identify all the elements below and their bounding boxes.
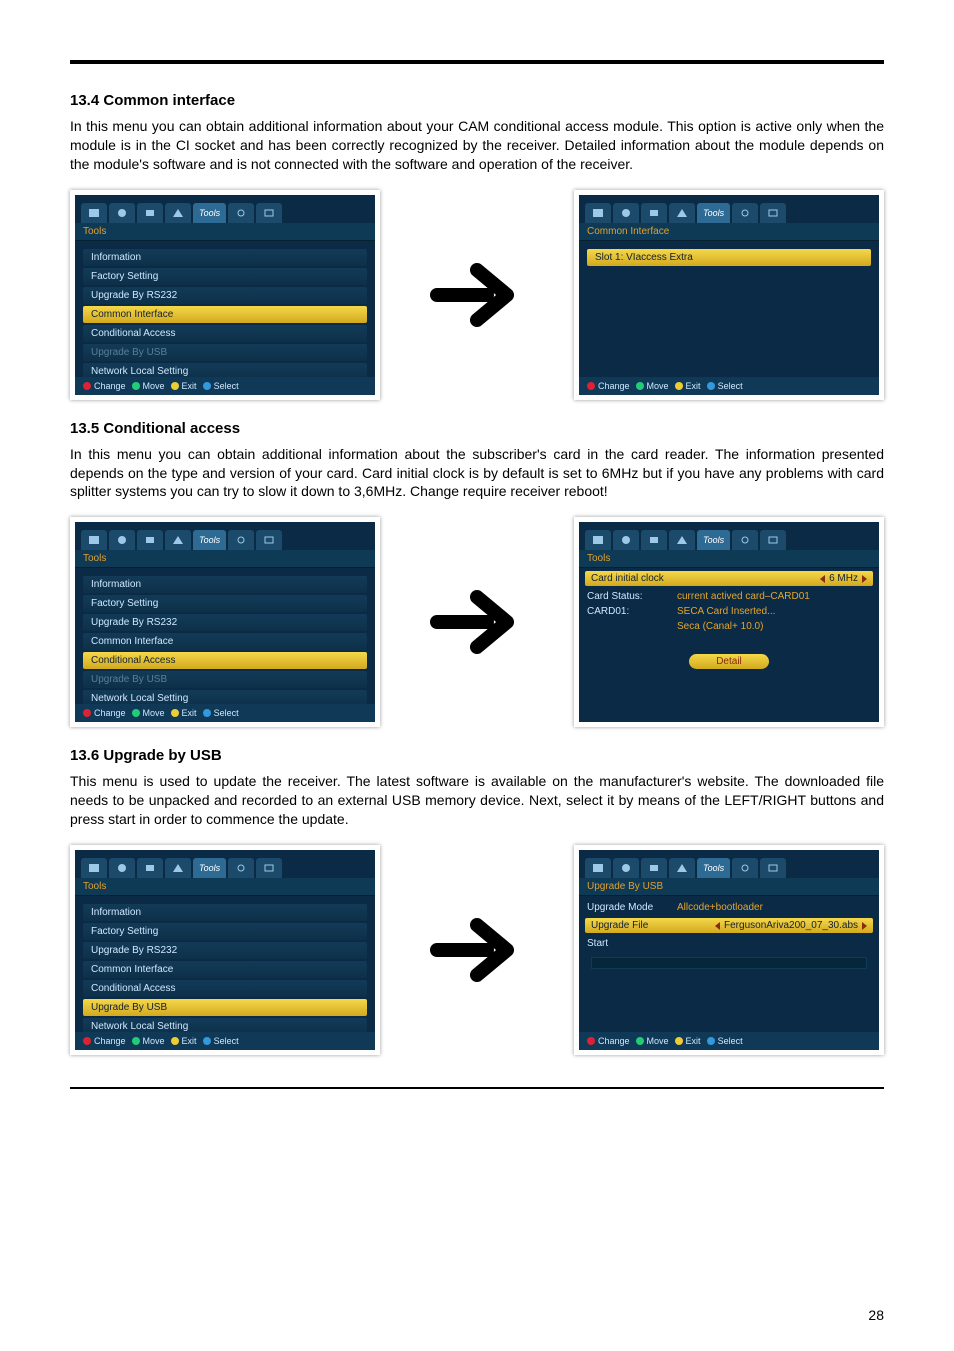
heading-13-5: 13.5 Conditional access (70, 420, 884, 437)
page-bottom-rule (70, 1087, 884, 1089)
breadcrumb: Common Interface (579, 223, 879, 241)
chevron-right-icon[interactable] (862, 575, 867, 583)
menu-information[interactable]: Information (83, 904, 367, 921)
upgrade-progress-value: 0% (879, 956, 884, 966)
heading-13-4: 13.4 Common interface (70, 92, 884, 109)
menu-upgrade-rs232[interactable]: Upgrade By RS232 (83, 614, 367, 631)
legend-bar: Change Move Exit Select (579, 377, 879, 395)
card-clock-label: Card initial clock (591, 573, 664, 584)
figure-row-13-6: Tools Tools Information Factory Setting … (70, 845, 884, 1055)
menu-upgrade-usb[interactable]: Upgrade By USB (83, 999, 367, 1016)
body-13-4: In this menu you can obtain additional i… (70, 117, 884, 174)
tab-icon (732, 203, 758, 223)
card01-label: CARD01: (587, 606, 677, 617)
chevron-left-icon[interactable] (820, 575, 825, 583)
tab-icon (585, 203, 611, 223)
red-dot-icon (83, 382, 91, 390)
menu-conditional-access[interactable]: Conditional Access (83, 652, 367, 669)
start-label[interactable]: Start (587, 938, 677, 949)
card01-line2: Seca (Canal+ 10.0) (677, 621, 763, 632)
yellow-dot-icon (675, 382, 683, 390)
menu-conditional-access[interactable]: Conditional Access (83, 325, 367, 342)
upgrade-progress-bar: 0% (591, 957, 867, 969)
upgrade-file-label: Upgrade File (591, 920, 648, 931)
screenshot-conditional-access-detail: Tools Tools Card initial clock 6 MHz Car… (574, 517, 884, 727)
screenshot-tools-upgrade-usb: Tools Tools Information Factory Setting … (70, 845, 380, 1055)
green-dot-icon (132, 382, 140, 390)
detail-button[interactable]: Detail (689, 654, 769, 669)
legend-bar: Change Move Exit Select (75, 377, 375, 395)
page-number: 28 (868, 1307, 884, 1323)
arrow-right-icon (427, 255, 527, 335)
tab-icon-4 (165, 203, 191, 223)
tab-tools-active: Tools (697, 203, 730, 223)
card-clock-value: 6 MHz (829, 573, 858, 584)
green-dot-icon (636, 382, 644, 390)
tab-icon-5 (228, 203, 254, 223)
blue-dot-icon (203, 382, 211, 390)
card-status-value: current actived card–CARD01 (677, 591, 810, 602)
body-13-5: In this menu you can obtain additional i… (70, 445, 884, 502)
upgrade-mode-value: Allcode+bootloader (677, 902, 763, 913)
figure-row-13-5: Tools Tools Information Factory Setting … (70, 517, 884, 727)
breadcrumb: Upgrade By USB (579, 878, 879, 896)
figure-row-13-4: Tools Tools Information Factory Setting … (70, 190, 884, 400)
tab-icon-2 (109, 203, 135, 223)
menu-information[interactable]: Information (83, 576, 367, 593)
menu-upgrade-usb-disabled: Upgrade By USB (83, 671, 367, 688)
tv-tab-bar: Tools (75, 195, 375, 223)
tab-icon (760, 203, 786, 223)
menu-upgrade-rs232[interactable]: Upgrade By RS232 (83, 942, 367, 959)
screenshot-tools-conditional-access: Tools Tools Information Factory Setting … (70, 517, 380, 727)
breadcrumb: Tools (579, 550, 879, 568)
menu-common-interface[interactable]: Common Interface (83, 306, 367, 323)
upgrade-mode-label: Upgrade Mode (587, 902, 677, 913)
tab-icon-6 (256, 203, 282, 223)
menu-information[interactable]: Information (83, 249, 367, 266)
chevron-left-icon[interactable] (715, 922, 720, 930)
breadcrumb: Tools (75, 223, 375, 241)
tab-icon-1 (81, 203, 107, 223)
chevron-right-icon[interactable] (862, 922, 867, 930)
arrow-right-icon (427, 910, 527, 990)
tab-tools-active: Tools (193, 203, 226, 223)
screenshot-common-interface-detail: Tools Common Interface Slot 1: VIaccess … (574, 190, 884, 400)
arrow-right-icon (427, 582, 527, 662)
menu-common-interface[interactable]: Common Interface (83, 961, 367, 978)
breadcrumb: Tools (75, 878, 375, 896)
menu-upgrade-usb-disabled: Upgrade By USB (83, 344, 367, 361)
body-13-6: This menu is used to update the receiver… (70, 772, 884, 829)
upgrade-file-value: FergusonAriva200_07_30.abs (724, 920, 858, 931)
screenshot-upgrade-usb-detail: Tools Upgrade By USB Upgrade ModeAllcode… (574, 845, 884, 1055)
menu-factory-setting[interactable]: Factory Setting (83, 595, 367, 612)
tv-tab-bar: Tools (579, 195, 879, 223)
menu-factory-setting[interactable]: Factory Setting (83, 923, 367, 940)
card01-line1: SECA Card Inserted... (677, 606, 775, 617)
page-top-rule (70, 60, 884, 64)
red-dot-icon (587, 382, 595, 390)
menu-factory-setting[interactable]: Factory Setting (83, 268, 367, 285)
menu-conditional-access[interactable]: Conditional Access (83, 980, 367, 997)
screenshot-tools-common-interface: Tools Tools Information Factory Setting … (70, 190, 380, 400)
blue-dot-icon (707, 382, 715, 390)
card-clock-selector[interactable]: Card initial clock 6 MHz (585, 571, 873, 586)
tab-icon-3 (137, 203, 163, 223)
yellow-dot-icon (171, 382, 179, 390)
tab-icon (613, 203, 639, 223)
ci-slot-row[interactable]: Slot 1: VIaccess Extra (587, 249, 871, 266)
tab-icon (641, 203, 667, 223)
menu-upgrade-rs232[interactable]: Upgrade By RS232 (83, 287, 367, 304)
heading-13-6: 13.6 Upgrade by USB (70, 747, 884, 764)
tab-icon (669, 203, 695, 223)
menu-common-interface[interactable]: Common Interface (83, 633, 367, 650)
card-status-label: Card Status: (587, 591, 677, 602)
breadcrumb: Tools (75, 550, 375, 568)
upgrade-file-selector[interactable]: Upgrade File FergusonAriva200_07_30.abs (585, 918, 873, 933)
